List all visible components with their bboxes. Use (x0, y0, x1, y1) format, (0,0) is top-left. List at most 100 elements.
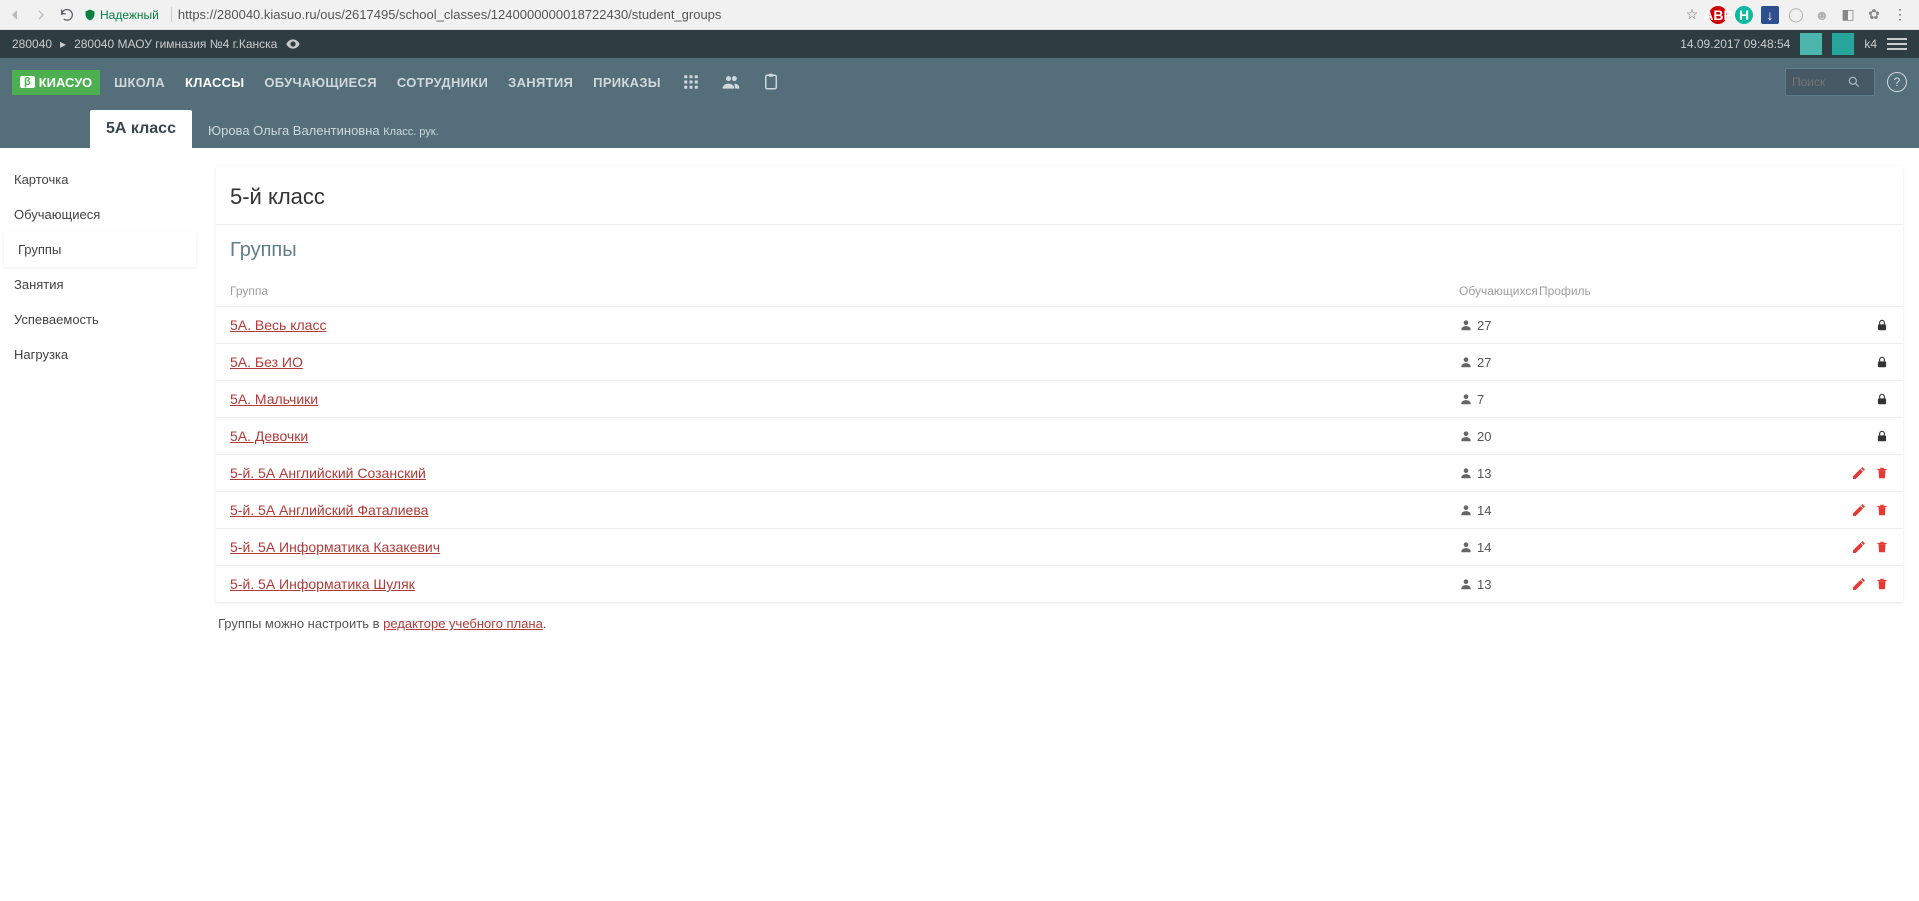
edit-icon[interactable] (1851, 539, 1867, 555)
nav-item[interactable]: ШКОЛА (114, 75, 165, 90)
extension-h-icon[interactable]: H (1735, 6, 1753, 24)
sidebar-item[interactable]: Карточка (0, 162, 200, 197)
sidebar: КарточкаОбучающиесяГруппыЗанятияУспеваем… (0, 148, 200, 675)
footer-period: . (543, 616, 547, 631)
group-link[interactable]: 5А. Девочки (230, 428, 308, 444)
header-students: Обучающихся (1459, 284, 1539, 298)
delete-icon[interactable] (1875, 465, 1889, 481)
school-code: 280040 (12, 37, 52, 51)
delete-icon[interactable] (1875, 539, 1889, 555)
nav-item[interactable]: СОТРУДНИКИ (397, 75, 488, 90)
page-title: 5-й класс (216, 166, 1903, 224)
group-link[interactable]: 5А. Весь класс (230, 317, 326, 333)
brand-name: КИАСУО (39, 75, 92, 90)
chevron-right-icon: ▸ (60, 37, 66, 51)
search-input[interactable] (1792, 75, 1847, 89)
search-icon (1847, 75, 1861, 89)
lock-icon (1875, 429, 1889, 443)
bookmark-star-icon[interactable]: ☆ (1683, 6, 1701, 24)
edit-icon[interactable] (1851, 465, 1867, 481)
student-count: 27 (1459, 355, 1539, 370)
extension-gear-icon[interactable]: ✿ (1865, 6, 1883, 24)
sidebar-item[interactable]: Обучающиеся (0, 197, 200, 232)
delete-icon[interactable] (1875, 576, 1889, 592)
header-actions (1829, 284, 1889, 298)
footer-text: Группы можно настроить в (218, 616, 383, 631)
table-row: 5-й. 5А Информатика Казакевич14 (216, 529, 1903, 566)
edit-icon[interactable] (1851, 576, 1867, 592)
group-link[interactable]: 5-й. 5А Информатика Казакевич (230, 539, 440, 555)
user-label[interactable]: k4 (1864, 37, 1877, 51)
section-title: Группы (216, 224, 1903, 276)
header-profile: Профиль (1539, 284, 1829, 298)
secure-label: Надежный (100, 8, 159, 22)
apps-icon[interactable] (681, 72, 701, 92)
header-group: Группа (230, 284, 1459, 298)
student-count: 20 (1459, 429, 1539, 444)
table-row: 5А. Без ИО 27 (216, 344, 1903, 381)
groups-table: Группа Обучающихся Профиль 5А. Весь клас… (216, 276, 1903, 602)
group-link[interactable]: 5-й. 5А Информатика Шуляк (230, 576, 415, 592)
sidebar-item[interactable]: Нагрузка (0, 337, 200, 372)
footer-link[interactable]: редакторе учебного плана (383, 616, 543, 631)
sidebar-item[interactable]: Занятия (0, 267, 200, 302)
search-box[interactable] (1785, 68, 1875, 96)
download-icon[interactable]: ↓ (1761, 6, 1779, 24)
chrome-extensions: ☆ ABP H ↓ ◯ ☻ ◧ ✿ ⋮ (1683, 6, 1913, 24)
school-name[interactable]: 280040 МАОУ гимназия №4 г.Канска (74, 37, 277, 51)
extension-circle-icon[interactable]: ◯ (1787, 6, 1805, 24)
teacher-role: Класс. рук. (383, 126, 438, 138)
sidebar-item[interactable]: Группы (4, 232, 196, 267)
eye-icon[interactable] (285, 36, 301, 52)
table-row: 5А. Девочки 20 (216, 418, 1903, 455)
abp-icon[interactable]: ABP (1709, 6, 1727, 24)
logo[interactable]: β КИАСУО (12, 70, 100, 95)
table-row: 5А. Весь класс 27 (216, 307, 1903, 344)
browser-back-button[interactable] (6, 6, 24, 24)
nav-items: ШКОЛА КЛАССЫ ОБУЧАЮЩИЕСЯ СОТРУДНИКИ ЗАНЯТИЯ П… (114, 72, 781, 92)
edit-icon[interactable] (1851, 502, 1867, 518)
help-icon[interactable]: ? (1887, 72, 1907, 92)
extension-cube-icon[interactable]: ◧ (1839, 6, 1857, 24)
nav-item[interactable]: ЗАНЯТИЯ (508, 75, 573, 90)
url-bar[interactable]: https://280040.kiasuo.ru/ous/2617495/sch… (171, 7, 1675, 22)
group-link[interactable]: 5-й. 5А Английский Фаталиева (230, 502, 428, 518)
sidebar-item[interactable]: Успеваемость (0, 302, 200, 337)
group-link[interactable]: 5-й. 5А Английский Созанский (230, 465, 426, 481)
context-bar: 280040 ▸ 280040 МАОУ гимназия №4 г.Канск… (0, 30, 1919, 58)
lock-icon (1875, 318, 1889, 332)
student-count: 13 (1459, 577, 1539, 592)
people-icon[interactable] (721, 72, 741, 92)
main-nav: β КИАСУО ШКОЛА КЛАССЫ ОБУЧАЮЩИЕСЯ СОТРУДНИК… (0, 58, 1919, 106)
layout: КарточкаОбучающиесяГруппыЗанятияУспеваем… (0, 148, 1919, 675)
chrome-menu-icon[interactable]: ⋮ (1891, 6, 1909, 24)
lock-icon (1875, 355, 1889, 369)
delete-icon[interactable] (1875, 502, 1889, 518)
teacher-info: Юрова Ольга Валентиновна Класс. рук. (192, 123, 439, 148)
table-header: Группа Обучающихся Профиль (216, 276, 1903, 307)
student-count: 27 (1459, 318, 1539, 333)
table-row: 5-й. 5А Английский Созанский13 (216, 455, 1903, 492)
card: 5-й класс Группы Группа Обучающихся Проф… (216, 166, 1903, 602)
browser-chrome: Надежный https://280040.kiasuo.ru/ous/26… (0, 0, 1919, 30)
group-link[interactable]: 5А. Без ИО (230, 354, 303, 370)
table-row: 5-й. 5А Английский Фаталиева 14 (216, 492, 1903, 529)
secure-badge: Надежный (84, 8, 159, 22)
extension-person-icon[interactable]: ☻ (1813, 6, 1831, 24)
student-count: 14 (1459, 503, 1539, 518)
clipboard-icon[interactable] (761, 72, 781, 92)
timestamp: 14.09.2017 09:48:54 (1680, 37, 1790, 51)
group-link[interactable]: 5А. Мальчики (230, 391, 318, 407)
nav-item[interactable]: ОБУЧАЮЩИЕСЯ (264, 75, 376, 90)
browser-forward-button[interactable] (32, 6, 50, 24)
lock-icon (1875, 392, 1889, 406)
class-tab[interactable]: 5А класс (90, 110, 192, 148)
sub-header: 5А класс Юрова Ольга Валентиновна Класс.… (0, 106, 1919, 148)
student-count: 7 (1459, 392, 1539, 407)
hamburger-menu-icon[interactable] (1887, 38, 1907, 50)
nav-item[interactable]: ПРИКАЗЫ (593, 75, 661, 90)
beta-badge: β (20, 76, 35, 88)
content: 5-й класс Группы Группа Обучающихся Проф… (200, 148, 1919, 675)
browser-reload-button[interactable] (58, 6, 76, 24)
nav-item[interactable]: КЛАССЫ (185, 75, 244, 90)
